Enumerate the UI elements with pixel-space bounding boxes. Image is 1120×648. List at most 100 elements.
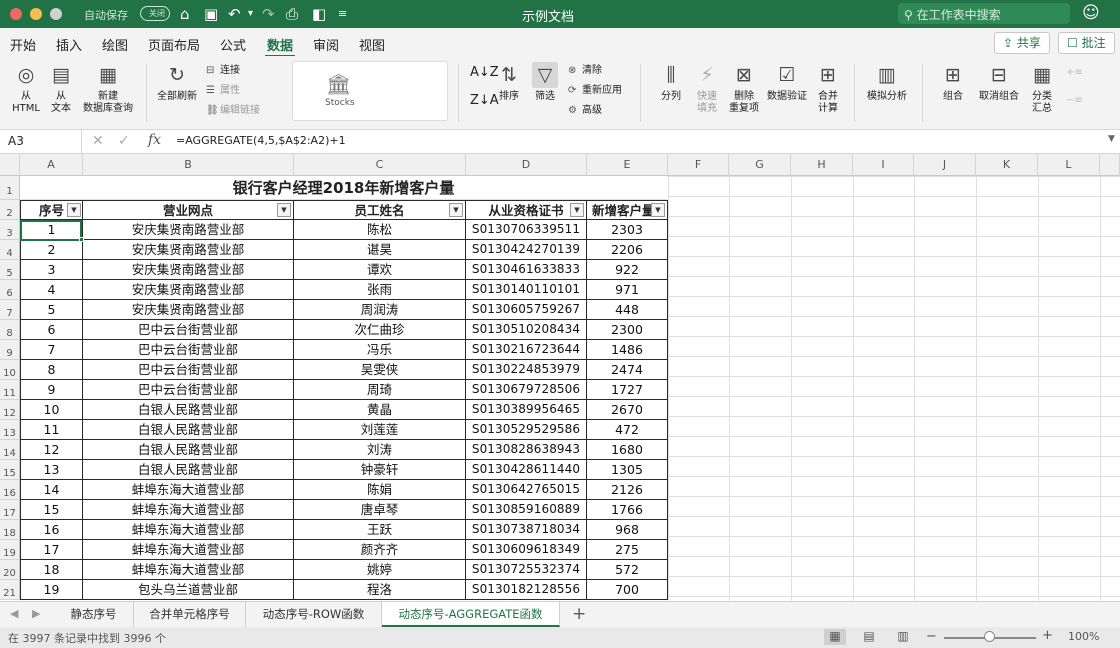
new-customers-cell[interactable]: 1680	[587, 440, 668, 460]
row-header[interactable]: 6	[0, 280, 20, 300]
sheet-tab-aggregate-function[interactable]: 动态序号-AGGREGATE函数	[382, 602, 560, 627]
row-header[interactable]: 13	[0, 420, 20, 440]
filter-button[interactable]: ▽ 筛选	[528, 62, 562, 103]
filter-dropdown-icon[interactable]: ▼	[67, 203, 81, 217]
redo-icon[interactable]: ↷	[262, 4, 275, 24]
employee-cell[interactable]: 黄晶	[294, 400, 466, 420]
page-layout-view-icon[interactable]: ▤	[858, 629, 880, 645]
new-customers-cell[interactable]: 275	[587, 540, 668, 560]
column-header-g[interactable]: G	[729, 154, 791, 176]
consolidate-button[interactable]: ⊞ 合并 计算	[812, 62, 844, 115]
page-break-view-icon[interactable]: ▥	[892, 629, 914, 645]
employee-cell[interactable]: 张雨	[294, 280, 466, 300]
seq-cell[interactable]: 4	[20, 280, 83, 300]
sheet-tab-merged[interactable]: 合并单元格序号	[134, 602, 246, 627]
row-header[interactable]: 8	[0, 320, 20, 340]
fill-handle[interactable]	[79, 237, 84, 242]
column-header-a[interactable]: A	[20, 154, 83, 176]
column-header-d[interactable]: D	[466, 154, 587, 176]
sheet-tab-static[interactable]: 静态序号	[54, 602, 134, 627]
certificate-cell[interactable]: S0130605759267	[466, 300, 587, 320]
header-cell-seq[interactable]: 序号 ▼	[20, 200, 83, 220]
employee-cell[interactable]: 谌昊	[294, 240, 466, 260]
branch-cell[interactable]: 安庆集贤南路营业部	[83, 220, 294, 240]
stocks-data-type-button[interactable]: 🏛 Stocks	[292, 61, 448, 121]
seq-cell[interactable]: 14	[20, 480, 83, 500]
column-header-e[interactable]: E	[587, 154, 668, 176]
certificate-cell[interactable]: S0130424270139	[466, 240, 587, 260]
branch-cell[interactable]: 白银人民路营业部	[83, 420, 294, 440]
certificate-cell[interactable]: S0130224853979	[466, 360, 587, 380]
seq-cell[interactable]: 13	[20, 460, 83, 480]
certificate-cell[interactable]: S0130140110101	[466, 280, 587, 300]
feedback-smiley-icon[interactable]: ☺	[1082, 3, 1100, 23]
tab-view[interactable]: 视图	[359, 35, 385, 54]
zoom-in-button[interactable]: +	[1042, 628, 1053, 643]
sheet-tab-row-function[interactable]: 动态序号-ROW函数	[246, 602, 382, 627]
row-header[interactable]: 17	[0, 500, 20, 520]
worksheet-grid[interactable]: 银行客户经理2018年新增客户量 序号 ▼ 营业网点 ▼ 员工姓名 ▼ 从业资格…	[20, 176, 1120, 601]
row-header[interactable]: 19	[0, 540, 20, 560]
new-customers-cell[interactable]: 2474	[587, 360, 668, 380]
employee-cell[interactable]: 冯乐	[294, 340, 466, 360]
certificate-cell[interactable]: S0130828638943	[466, 440, 587, 460]
branch-cell[interactable]: 蚌埠东海大道营业部	[83, 480, 294, 500]
row-header[interactable]: 9	[0, 340, 20, 360]
formula-input[interactable]: =AGGREGATE(4,5,$A$2:A2)+1	[176, 134, 346, 147]
employee-cell[interactable]: 唐卓琴	[294, 500, 466, 520]
employee-cell[interactable]: 周琦	[294, 380, 466, 400]
branch-cell[interactable]: 蚌埠东海大道营业部	[83, 540, 294, 560]
branch-cell[interactable]: 蚌埠东海大道营业部	[83, 500, 294, 520]
new-customers-cell[interactable]: 1486	[587, 340, 668, 360]
employee-cell[interactable]: 陈松	[294, 220, 466, 240]
new-customers-cell[interactable]: 1305	[587, 460, 668, 480]
header-cell-certificate[interactable]: 从业资格证书 ▼	[466, 200, 587, 220]
name-box[interactable]: A3	[0, 130, 82, 153]
employee-cell[interactable]: 颜齐齐	[294, 540, 466, 560]
new-customers-cell[interactable]: 448	[587, 300, 668, 320]
row-header[interactable]: 12	[0, 400, 20, 420]
expand-formula-bar-icon[interactable]: ▼	[1108, 134, 1115, 144]
new-customers-cell[interactable]: 1727	[587, 380, 668, 400]
filter-dropdown-icon[interactable]: ▼	[651, 203, 665, 217]
filter-dropdown-icon[interactable]: ▼	[570, 203, 584, 217]
new-database-query-button[interactable]: ▦ 新建 数据库查询	[80, 62, 136, 115]
ungroup-button[interactable]: ⊟ 取消组合	[976, 62, 1022, 103]
tab-home[interactable]: 开始	[10, 35, 36, 54]
column-header-c[interactable]: C	[294, 154, 466, 176]
certificate-cell[interactable]: S0130461633833	[466, 260, 587, 280]
group-button[interactable]: ⊞ 组合	[936, 62, 970, 103]
new-customers-cell[interactable]: 922	[587, 260, 668, 280]
row-header[interactable]: 20	[0, 560, 20, 580]
column-header-i[interactable]: I	[853, 154, 914, 176]
enter-icon[interactable]: ✓	[118, 133, 130, 149]
new-customers-cell[interactable]: 971	[587, 280, 668, 300]
certificate-cell[interactable]: S0130609618349	[466, 540, 587, 560]
data-validation-button[interactable]: ☑ 数据验证	[764, 62, 810, 103]
remove-duplicates-button[interactable]: ⊠ 删除 重复项	[726, 62, 762, 115]
new-customers-cell[interactable]: 2126	[587, 480, 668, 500]
employee-cell[interactable]: 刘涛	[294, 440, 466, 460]
home-icon[interactable]: ⌂	[180, 4, 190, 24]
certificate-cell[interactable]: S0130706339511	[466, 220, 587, 240]
row-header[interactable]: 1	[0, 176, 20, 200]
new-customers-cell[interactable]: 968	[587, 520, 668, 540]
seq-cell[interactable]: 1	[20, 220, 83, 240]
row-header[interactable]: 14	[0, 440, 20, 460]
zoom-slider-handle[interactable]	[984, 631, 995, 642]
share-button[interactable]: ⇪ 共享	[994, 32, 1050, 54]
row-header[interactable]: 3	[0, 220, 20, 240]
branch-cell[interactable]: 巴中云台街营业部	[83, 380, 294, 400]
text-to-columns-button[interactable]: ⫼ 分列	[654, 62, 688, 103]
seq-cell[interactable]: 18	[20, 560, 83, 580]
autosave-toggle[interactable]: 关闭	[140, 6, 170, 21]
select-all-corner[interactable]	[0, 154, 20, 176]
column-header-b[interactable]: B	[83, 154, 294, 176]
fullscreen-window-button[interactable]	[50, 8, 62, 20]
branch-cell[interactable]: 巴中云台街营业部	[83, 340, 294, 360]
employee-cell[interactable]: 钟豪轩	[294, 460, 466, 480]
employee-cell[interactable]: 陈娟	[294, 480, 466, 500]
certificate-cell[interactable]: S0130216723644	[466, 340, 587, 360]
new-customers-cell[interactable]: 700	[587, 580, 668, 600]
seq-cell[interactable]: 8	[20, 360, 83, 380]
